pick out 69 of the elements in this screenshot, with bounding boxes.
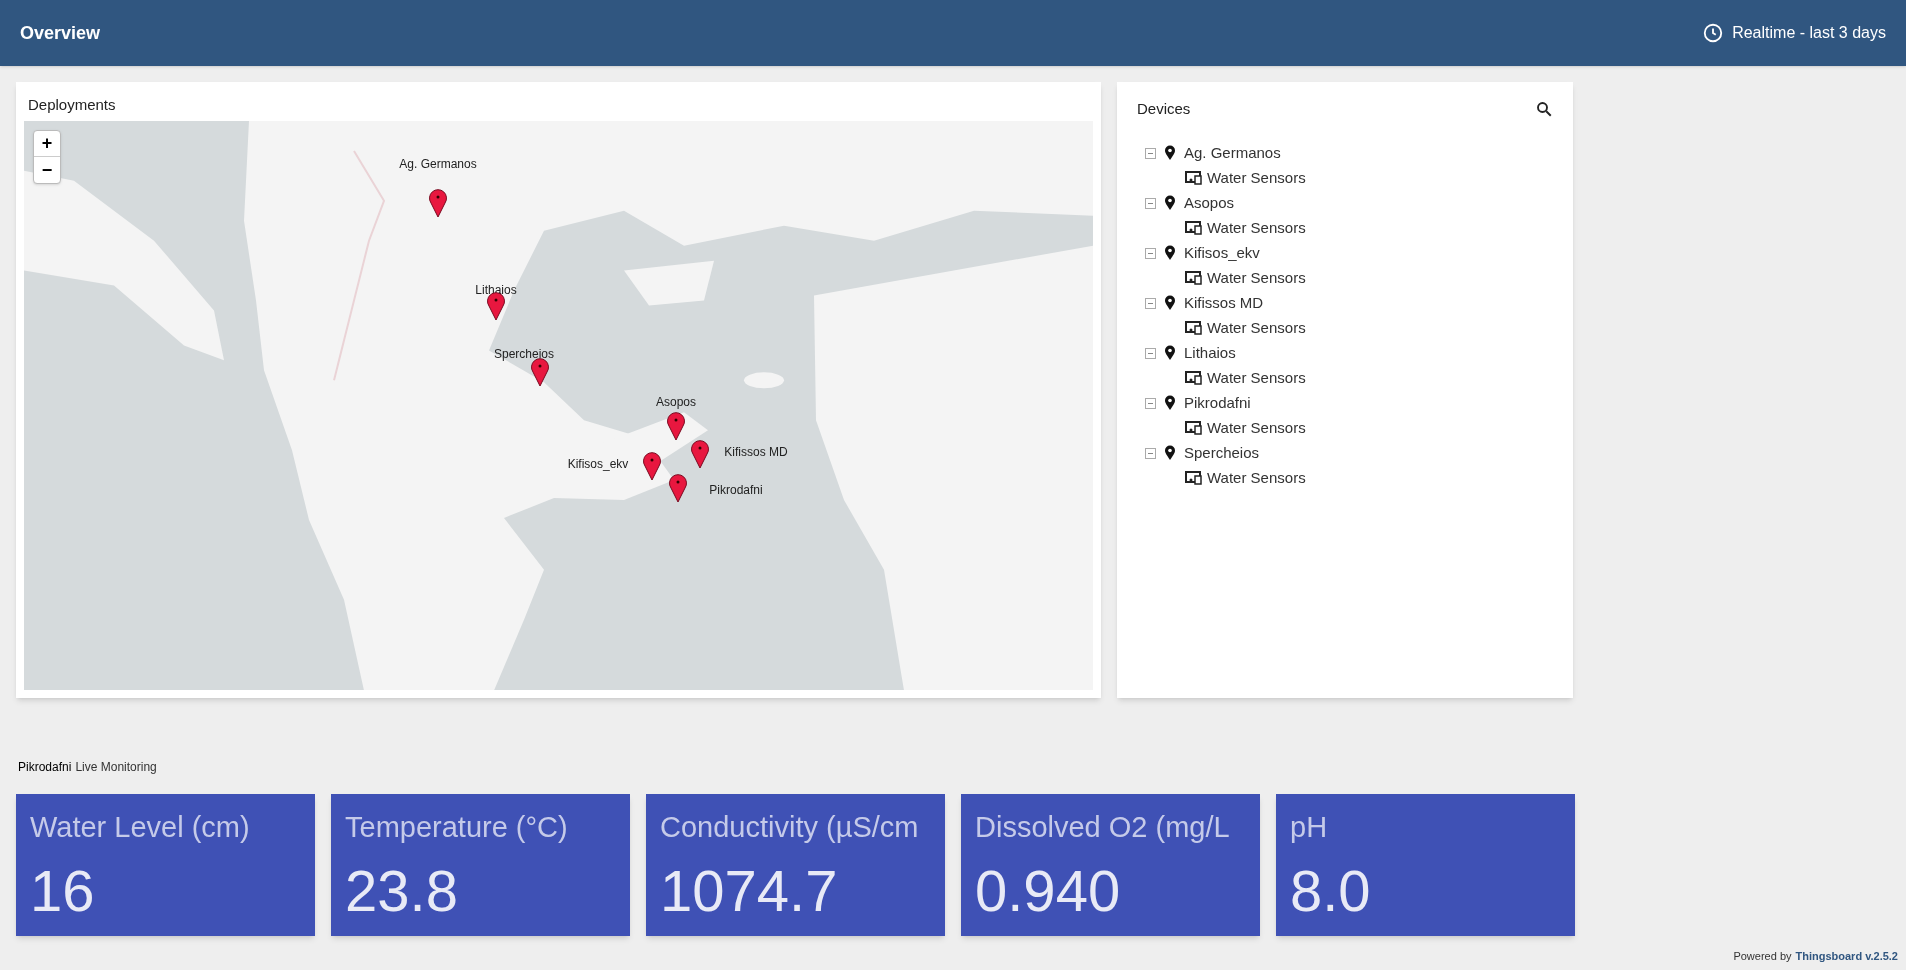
metric-value: 8.0: [1290, 861, 1372, 920]
metric-value: 16: [30, 861, 96, 920]
devices-icon: [1185, 371, 1203, 385]
card-title: Deployments: [27, 95, 117, 115]
location-pin-icon: [1164, 195, 1176, 211]
expander-icon[interactable]: [1145, 197, 1156, 209]
timewindow-button[interactable]: Realtime - last 3 days: [1702, 21, 1886, 45]
devices-icon: [1185, 271, 1203, 285]
zoom-in-button[interactable]: +: [34, 130, 60, 157]
tree-item[interactable]: Water Sensors: [1207, 266, 1306, 290]
tree-item[interactable]: Water Sensors: [1207, 366, 1306, 390]
expander-icon[interactable]: [1145, 447, 1156, 459]
station-name: Pikrodafni: [18, 759, 72, 776]
location-pin-icon: [1164, 445, 1176, 461]
metric-label: Conductivity (µS/cm: [660, 810, 920, 845]
tree-item[interactable]: Asopos: [1184, 191, 1235, 215]
tree-item[interactable]: Water Sensors: [1207, 466, 1306, 490]
marker-label: Kifisos_ekv: [567, 455, 629, 473]
tree-item[interactable]: Water Sensors: [1207, 316, 1306, 340]
tree-item[interactable]: Kifissos MD: [1184, 291, 1264, 315]
metric-label: Water Level (cm): [30, 810, 251, 845]
map-pin-icon[interactable]: [690, 438, 710, 469]
section-title: Live Monitoring: [75, 759, 157, 776]
devices-icon: [1185, 171, 1203, 185]
tree-item[interactable]: Water Sensors: [1207, 416, 1306, 440]
map-pin-icon[interactable]: [668, 472, 688, 503]
metric-label: Dissolved O2 (mg/L: [975, 810, 1231, 845]
tree-item[interactable]: Water Sensors: [1207, 216, 1306, 240]
powered-by-text: Powered by: [1733, 948, 1792, 964]
marker-label: Kifissos MD: [724, 443, 788, 461]
tree-item[interactable]: Water Sensors: [1207, 166, 1306, 190]
search-icon[interactable]: [1535, 100, 1553, 119]
location-pin-icon: [1164, 345, 1176, 361]
page-title: Overview: [20, 21, 101, 45]
marker-label: Lithaios: [475, 281, 517, 299]
devices-icon: [1185, 421, 1203, 435]
marker-label: Asopos: [656, 393, 696, 411]
location-pin-icon: [1164, 395, 1176, 411]
tree-item[interactable]: Ag. Germanos: [1184, 141, 1281, 165]
zoom-out-button[interactable]: −: [34, 156, 60, 183]
location-pin-icon: [1164, 295, 1176, 311]
tree-item[interactable]: Pikrodafni: [1184, 391, 1251, 415]
map-pin-icon[interactable]: [666, 410, 686, 441]
map-pin-icon[interactable]: [428, 187, 448, 218]
metric-label: Temperature (°C): [345, 810, 569, 845]
marker-label: Pikrodafni: [709, 481, 763, 499]
card-title: Devices: [1137, 99, 1191, 119]
tree-item[interactable]: Spercheios: [1184, 441, 1260, 465]
location-pin-icon: [1164, 145, 1176, 161]
metric-value: 23.8: [345, 861, 459, 920]
thingsboard-link[interactable]: Thingsboard v.2.5.2: [1795, 947, 1898, 964]
devices-icon: [1185, 471, 1203, 485]
marker-label: Spercheios: [494, 345, 554, 363]
tree-item[interactable]: Kifisos_ekv: [1184, 241, 1260, 265]
clock-icon: [1702, 22, 1725, 44]
marker-label: Ag. Germanos: [399, 155, 477, 173]
expander-icon[interactable]: [1145, 147, 1156, 159]
expander-icon[interactable]: [1145, 397, 1156, 409]
metric-value: 1074.7: [660, 861, 839, 920]
metric-label: pH: [1290, 810, 1329, 845]
map-pin-icon[interactable]: [642, 450, 662, 481]
expander-icon[interactable]: [1145, 297, 1156, 309]
devices-icon: [1185, 321, 1203, 335]
devices-icon: [1185, 221, 1203, 235]
expander-icon[interactable]: [1145, 347, 1156, 359]
location-pin-icon: [1164, 245, 1176, 261]
expander-icon[interactable]: [1145, 247, 1156, 259]
tree-item[interactable]: Lithaios: [1184, 341, 1236, 365]
metric-value: 0.940: [975, 861, 1122, 920]
